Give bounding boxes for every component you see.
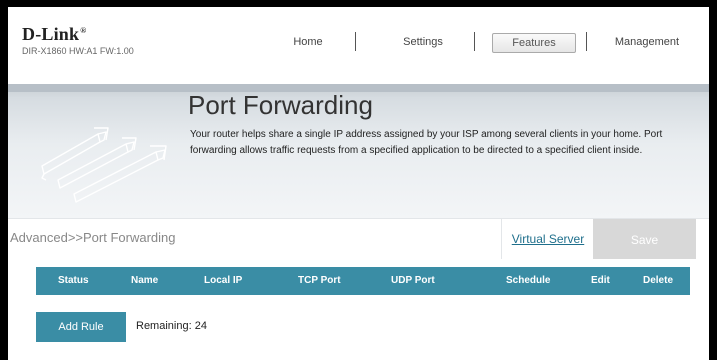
remaining-rules: Remaining: 24 — [136, 320, 207, 332]
header: D-Link® DIR-X1860 HW:A1 FW:1.00 Home Set… — [8, 7, 709, 84]
save-button[interactable]: Save — [593, 219, 696, 259]
nav-home[interactable]: Home — [278, 33, 338, 51]
add-rule-button[interactable]: Add Rule — [36, 312, 126, 342]
registered-mark: ® — [80, 26, 87, 35]
router-page: D-Link® DIR-X1860 HW:A1 FW:1.00 Home Set… — [8, 7, 709, 360]
rules-table-header: Status Name Local IP TCP Port UDP Port S… — [36, 267, 690, 295]
page-banner: Port Forwarding Your router helps share … — [8, 84, 709, 218]
column-name: Name — [131, 275, 159, 286]
column-local-ip: Local IP — [204, 275, 243, 286]
nav-features[interactable]: Features — [492, 33, 576, 53]
column-udp-port: UDP Port — [391, 275, 435, 286]
column-status: Status — [58, 275, 89, 286]
port-forwarding-illustration-icon — [41, 127, 167, 203]
virtual-server-link[interactable]: Virtual Server — [501, 219, 594, 259]
column-delete: Delete — [643, 275, 674, 286]
column-schedule: Schedule — [506, 275, 551, 286]
nav-divider — [586, 32, 587, 51]
nav-settings[interactable]: Settings — [388, 33, 458, 51]
nav-divider — [355, 32, 356, 51]
page-description: Your router helps share a single IP addr… — [190, 129, 663, 156]
column-tcp-port: TCP Port — [298, 275, 341, 286]
remaining-count: 24 — [194, 320, 207, 332]
breadcrumb-bar: Advanced>>Port Forwarding Virtual Server… — [8, 218, 709, 259]
breadcrumb: Advanced>>Port Forwarding — [10, 230, 176, 245]
page-title: Port Forwarding — [188, 90, 373, 120]
nav-management[interactable]: Management — [602, 33, 692, 51]
nav-divider — [474, 32, 475, 51]
model-info: DIR-X1860 HW:A1 FW:1.00 — [22, 46, 134, 56]
dlink-logo: D-Link® — [22, 24, 87, 44]
remaining-label: Remaining: — [136, 320, 192, 332]
column-edit: Edit — [591, 275, 610, 286]
